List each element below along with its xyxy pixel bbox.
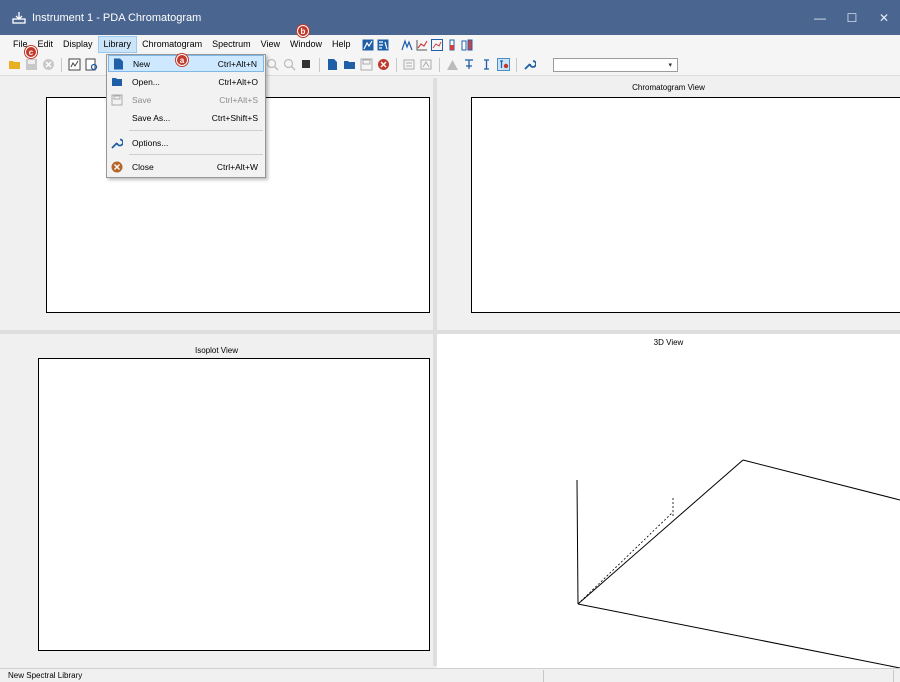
menu-library[interactable]: Library <box>97 36 138 53</box>
status-text: New Spectral Library <box>8 671 83 680</box>
open-folder-blue-icon[interactable] <box>343 58 356 71</box>
text-cursor-icon[interactable] <box>480 58 493 71</box>
minimize-button[interactable]: — <box>804 0 836 35</box>
threshold-icon[interactable] <box>497 58 510 71</box>
library-search-icon[interactable] <box>377 39 389 51</box>
new-document-icon <box>114 58 123 69</box>
callout-a: a <box>176 54 188 66</box>
peak-marker-icon[interactable] <box>446 58 459 71</box>
new-document-icon[interactable] <box>326 58 339 71</box>
chevron-down-icon: ▾ <box>668 62 672 69</box>
menu-item-save[interactable]: Save Ctrl+Alt+S <box>108 91 264 108</box>
menu-help[interactable]: Help <box>327 36 356 53</box>
menu-bar: File Edit Display Library Chromatogram S… <box>0 35 900 54</box>
menu-window[interactable]: Window <box>285 36 327 53</box>
menu-chromatogram[interactable]: Chromatogram <box>137 36 207 53</box>
cursor-icon[interactable] <box>463 58 476 71</box>
library-menu: New Ctrl+Alt+N Open... Ctrl+Alt+O Save C… <box>106 54 266 178</box>
menu-view[interactable]: View <box>256 36 285 53</box>
delete-icon[interactable] <box>377 58 390 71</box>
peak-icon[interactable] <box>400 38 413 51</box>
line-chart-icon[interactable] <box>416 39 428 51</box>
zoom-in-icon[interactable] <box>266 58 279 71</box>
callout-b: b <box>297 25 309 37</box>
close-window-button[interactable]: ✕ <box>868 0 900 35</box>
spectrum-view-icon[interactable] <box>362 39 374 51</box>
save-disk-icon[interactable] <box>25 58 38 71</box>
save-gray-icon[interactable] <box>360 58 373 71</box>
view3d-axes[interactable] <box>437 334 900 668</box>
menu-spectrum[interactable]: Spectrum <box>207 36 256 53</box>
menu-separator <box>129 130 263 131</box>
chromatogram-pane: Chromatogram View <box>437 77 900 330</box>
wrench-icon[interactable] <box>523 58 536 71</box>
library-add-icon[interactable] <box>403 58 416 71</box>
save-disk-icon <box>111 94 123 105</box>
menu-item-save-as[interactable]: Save As... Ctrt+Shift+S <box>108 109 264 126</box>
maximize-button[interactable]: ☐ <box>836 0 868 35</box>
app-icon <box>12 11 26 24</box>
menu-display[interactable]: Display <box>58 36 98 53</box>
close-circle-icon <box>111 161 123 172</box>
isoplot-view-title: Isoplot View <box>195 346 238 355</box>
open-folder-icon[interactable] <box>8 58 21 71</box>
callout-c: c <box>25 46 37 58</box>
chart-window-icon[interactable] <box>430 38 443 51</box>
zoom-dropdown-icon[interactable] <box>300 58 313 71</box>
view3d-pane: 3D View <box>437 334 900 668</box>
print-preview-icon[interactable] <box>85 58 98 71</box>
isoplot-plot[interactable] <box>38 358 430 651</box>
toolbar-combo[interactable]: ▾ <box>553 58 678 72</box>
vial-icon[interactable] <box>446 39 458 51</box>
open-folder-icon <box>112 77 122 86</box>
menu-separator <box>129 154 263 155</box>
window-title: Instrument 1 - PDA Chromatogram <box>32 11 202 24</box>
vials-icon[interactable] <box>461 39 473 51</box>
menu-item-options[interactable]: Options... <box>108 134 264 151</box>
isoplot-pane: Isoplot View <box>0 334 433 668</box>
wrench-icon <box>111 138 123 149</box>
report-icon[interactable] <box>68 58 81 71</box>
chromatogram-plot[interactable] <box>471 97 900 313</box>
close-circle-icon[interactable] <box>42 58 55 71</box>
menu-item-open[interactable]: Open... Ctrl+Alt+O <box>108 73 264 90</box>
menu-item-close[interactable]: Close Ctrl+Alt+W <box>108 158 264 175</box>
status-bar: New Spectral Library <box>0 668 900 682</box>
title-bar: Instrument 1 - PDA Chromatogram — ☐ ✕ <box>0 0 900 35</box>
chromatogram-view-title: Chromatogram View <box>632 83 705 92</box>
library-compare-icon[interactable] <box>420 58 433 71</box>
zoom-out-icon[interactable] <box>283 58 296 71</box>
